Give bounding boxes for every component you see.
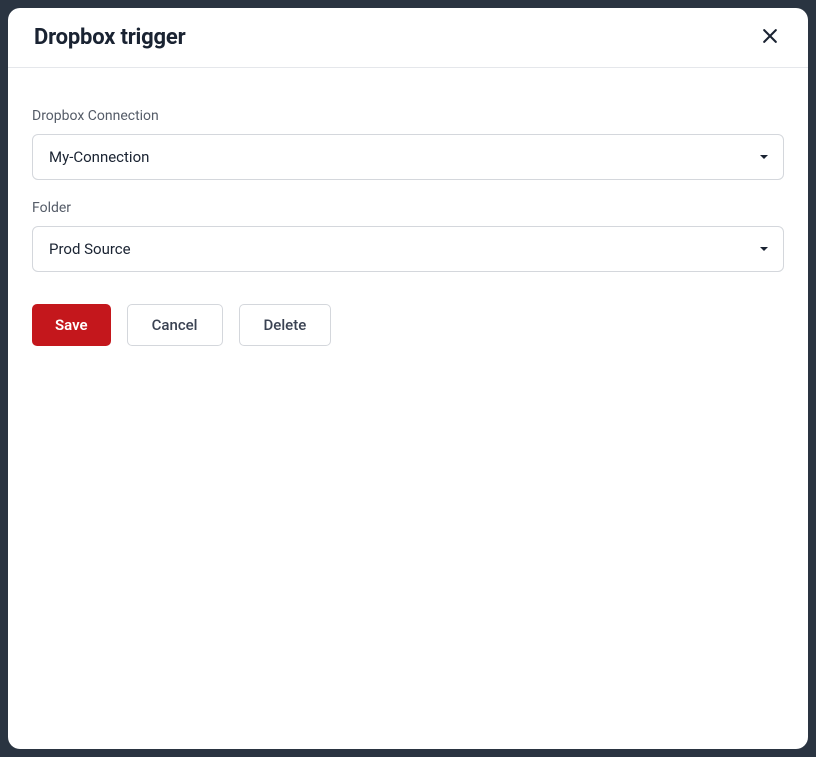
connection-select[interactable]: My-Connection [32,134,784,180]
cancel-button[interactable]: Cancel [127,304,223,346]
close-icon [760,26,780,49]
connection-select-wrapper: My-Connection [32,134,784,180]
save-button[interactable]: Save [32,304,111,346]
folder-select-wrapper: Prod Source [32,226,784,272]
folder-select[interactable]: Prod Source [32,226,784,272]
connection-field-group: Dropbox Connection My-Connection [32,108,784,180]
connection-label: Dropbox Connection [32,108,784,124]
trigger-config-modal: Dropbox trigger Dropbox Connection My-Co… [8,8,808,749]
modal-header: Dropbox trigger [8,8,808,68]
folder-label: Folder [32,200,784,216]
delete-button[interactable]: Delete [239,304,332,346]
modal-body: Dropbox Connection My-Connection Folder … [8,68,808,749]
button-row: Save Cancel Delete [32,304,784,346]
modal-title: Dropbox trigger [34,25,185,50]
close-button[interactable] [756,22,784,53]
folder-field-group: Folder Prod Source [32,200,784,272]
